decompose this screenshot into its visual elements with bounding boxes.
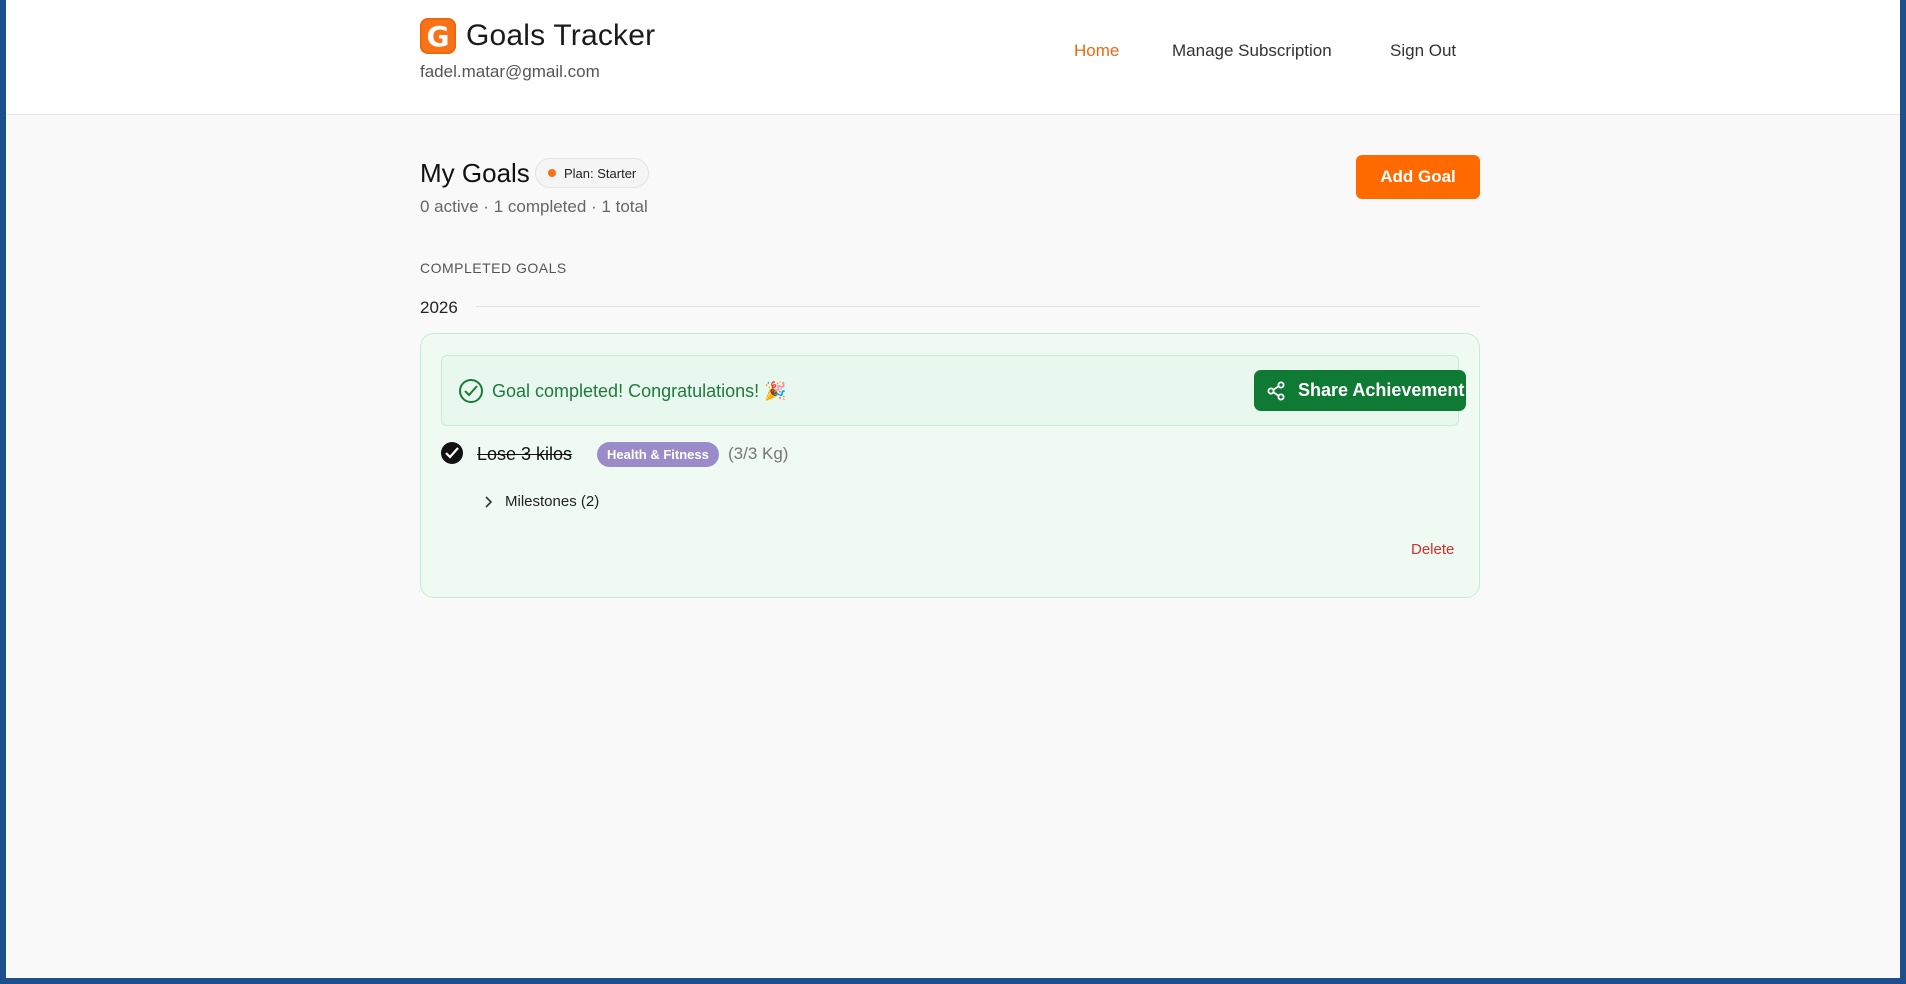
- goal-title: Lose 3 kilos: [477, 444, 573, 464]
- category-badge: Health & Fitness: [597, 442, 719, 467]
- plan-badge: Plan: Starter: [535, 158, 650, 188]
- congrats-banner: Goal completed! Congratulations! 🎉 Share…: [441, 355, 1466, 426]
- nav-manage-subscription[interactable]: Manage Subscription: [1172, 41, 1332, 61]
- plan-status-dot: [548, 169, 556, 177]
- nav-home[interactable]: Home: [1074, 41, 1119, 61]
- congrats-text: Goal completed! Congratulations! 🎉: [492, 381, 787, 401]
- chevron-right-icon: [485, 495, 493, 508]
- section-label-completed: COMPLETED GOALS: [420, 260, 567, 276]
- share-button-label: Share Achievement: [1298, 380, 1465, 400]
- goals-summary: 0 active · 1 completed · 1 total: [420, 197, 648, 216]
- goal-complete-toggle[interactable]: [441, 442, 463, 464]
- milestones-toggle[interactable]: Milestones (2): [485, 493, 599, 510]
- delete-goal-button[interactable]: Delete: [1411, 541, 1454, 558]
- app-title: Goals Tracker: [466, 19, 656, 52]
- scroll-down-arrow-icon[interactable]: ▼: [1899, 962, 1900, 973]
- logo-icon: G: [420, 18, 456, 54]
- top-header: G Goals Tracker fadel.matar@gmail.com Ho…: [6, 0, 1900, 115]
- goal-card: Goal completed! Congratulations! 🎉 Share…: [420, 333, 1480, 598]
- page-title: My Goals: [420, 158, 530, 188]
- check-circle-icon: [459, 379, 483, 403]
- year-divider: [476, 306, 1480, 307]
- brand[interactable]: G Goals Tracker: [420, 18, 655, 54]
- share-achievement-button[interactable]: Share Achievement: [1254, 370, 1466, 411]
- app-window: G Goals Tracker fadel.matar@gmail.com Ho…: [6, 0, 1900, 978]
- milestones-label: Milestones (2): [505, 493, 600, 510]
- share-icon: [1267, 381, 1285, 400]
- year-heading: 2026: [420, 298, 458, 317]
- add-goal-button[interactable]: Add Goal: [1356, 155, 1480, 199]
- user-email: fadel.matar@gmail.com: [420, 62, 600, 81]
- nav-sign-out[interactable]: Sign Out: [1390, 41, 1456, 61]
- goal-progress: (3/3 Kg): [728, 444, 789, 463]
- plan-badge-label: Plan: Starter: [564, 165, 637, 181]
